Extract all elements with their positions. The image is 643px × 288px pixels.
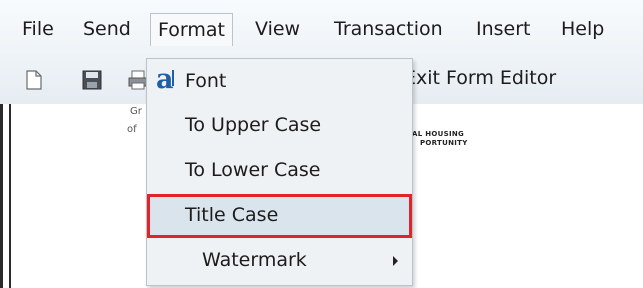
new-document-icon[interactable] bbox=[26, 70, 42, 94]
submenu-arrow-icon bbox=[393, 256, 398, 266]
menu-item-label: Title Case bbox=[185, 204, 279, 226]
document-text-fragment: of bbox=[127, 124, 137, 135]
menu-item-label: To Lower Case bbox=[185, 159, 321, 181]
document-text-fragment: Gr bbox=[130, 106, 142, 117]
menu-help[interactable]: Help bbox=[561, 14, 604, 44]
document-border bbox=[0, 104, 3, 288]
format-dropdown-menu: a Font To Upper Case To Lower Case Title… bbox=[146, 58, 413, 286]
print-icon[interactable] bbox=[128, 70, 148, 94]
menu-format[interactable]: Format bbox=[150, 13, 233, 46]
document-text-fragment: PORTUNITY bbox=[420, 139, 468, 147]
menu-item-label: Font bbox=[185, 70, 227, 92]
menu-view[interactable]: View bbox=[255, 14, 300, 44]
menu-transaction[interactable]: Transaction bbox=[334, 14, 443, 44]
menu-bar: File Send Format View Transaction Insert… bbox=[0, 0, 643, 56]
menu-item-to-upper-case[interactable]: To Upper Case bbox=[147, 106, 412, 146]
menu-item-label: To Upper Case bbox=[185, 114, 322, 136]
menu-item-watermark[interactable]: Watermark bbox=[147, 241, 412, 281]
menu-file[interactable]: File bbox=[22, 14, 54, 44]
document-border-inner bbox=[9, 104, 11, 288]
menu-item-to-lower-case[interactable]: To Lower Case bbox=[147, 151, 412, 191]
menu-send[interactable]: Send bbox=[83, 14, 131, 44]
menu-insert[interactable]: Insert bbox=[476, 14, 531, 44]
save-icon[interactable] bbox=[82, 70, 102, 94]
exit-form-editor-button[interactable]: Exit Form Editor bbox=[404, 67, 556, 89]
menu-item-title-case[interactable]: Title Case bbox=[147, 194, 412, 238]
font-icon: a bbox=[156, 64, 174, 95]
font-icon-stroke bbox=[172, 70, 174, 86]
menu-item-label: Watermark bbox=[202, 249, 307, 271]
menu-item-font[interactable]: a Font bbox=[147, 62, 412, 102]
